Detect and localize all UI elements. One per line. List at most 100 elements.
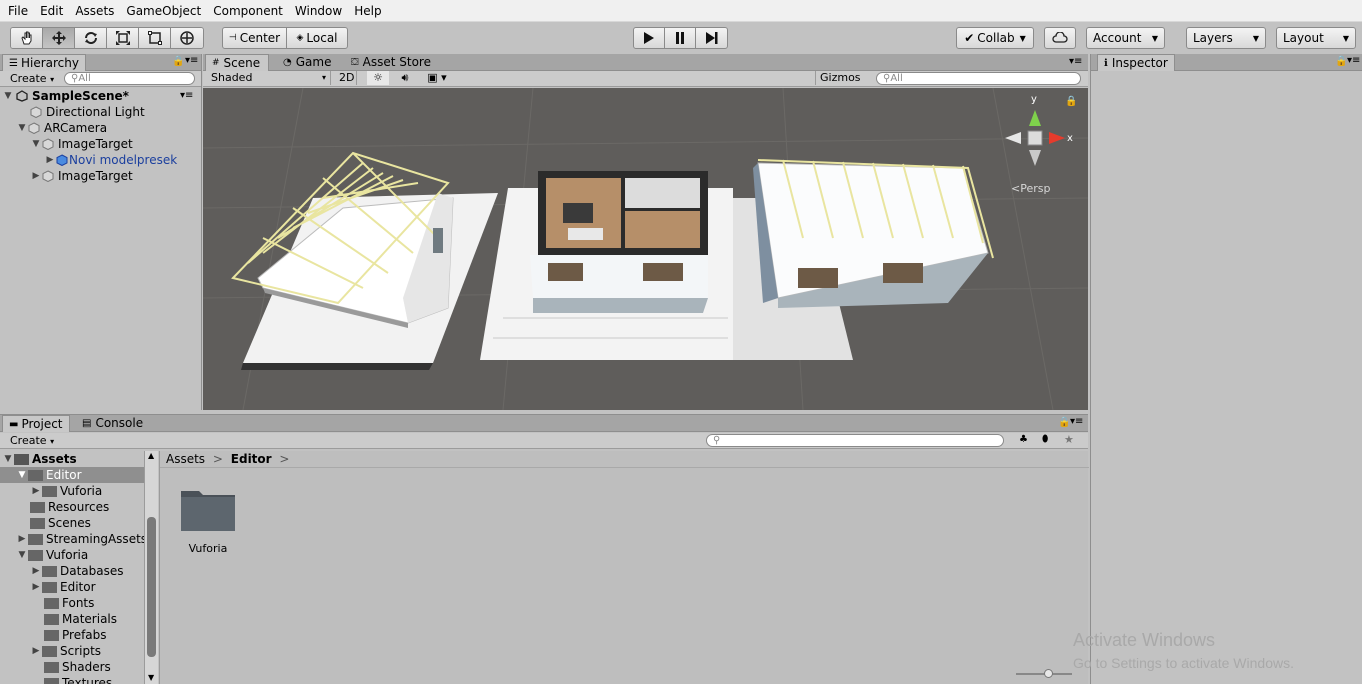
tree-item-materials[interactable]: Materials bbox=[44, 611, 117, 627]
tree-item-shaders[interactable]: Shaders bbox=[44, 659, 111, 675]
hierarchy-item-imagetarget-2[interactable]: ▶ ImageTarget bbox=[0, 168, 133, 184]
persp-label[interactable]: <Persp bbox=[1011, 182, 1050, 195]
menu-gameobject[interactable]: GameObject bbox=[120, 0, 207, 22]
panel-menu-icon[interactable]: ▾≡ bbox=[1070, 416, 1083, 427]
expand-arrow-icon[interactable]: ▶ bbox=[30, 579, 42, 595]
expand-arrow-icon[interactable]: ▼ bbox=[16, 547, 28, 563]
play-button[interactable] bbox=[633, 27, 665, 49]
scene-lighting-icon[interactable]: ☼ bbox=[367, 71, 389, 85]
expand-arrow-icon[interactable]: ▶ bbox=[30, 168, 42, 184]
project-create-button[interactable]: Create ▾ bbox=[6, 434, 58, 448]
menu-window[interactable]: Window bbox=[289, 0, 348, 22]
lock-icon[interactable]: 🔒 bbox=[1058, 417, 1070, 428]
tree-scroll-thumb[interactable] bbox=[147, 517, 156, 657]
tree-item-vuforia[interactable]: ▼ Vuforia bbox=[16, 547, 89, 563]
pivot-center-button[interactable]: ⊣ Center bbox=[222, 27, 287, 49]
panel-menu-icon[interactable]: ▾≡ bbox=[1347, 55, 1360, 66]
pivot-local-button[interactable]: ◈ Local bbox=[286, 27, 348, 49]
tree-item-prefabs[interactable]: Prefabs bbox=[44, 627, 107, 643]
menu-assets[interactable]: Assets bbox=[69, 0, 120, 22]
expand-arrow-icon[interactable]: ▼ bbox=[16, 467, 28, 483]
tab-game[interactable]: ◔ Game bbox=[277, 54, 337, 71]
breadcrumb-assets[interactable]: Assets bbox=[166, 452, 205, 466]
cloud-button[interactable] bbox=[1044, 27, 1076, 49]
project-search-input[interactable]: ⚲ bbox=[706, 434, 1004, 447]
move-tool-icon[interactable] bbox=[43, 28, 75, 48]
toggle-2d-button[interactable]: 2D bbox=[335, 71, 357, 85]
icon-size-slider[interactable] bbox=[1016, 669, 1072, 678]
menu-edit[interactable]: Edit bbox=[34, 0, 69, 22]
gizmo-axis-x[interactable]: x bbox=[1067, 133, 1073, 144]
gizmo-axis-y[interactable]: y bbox=[1031, 94, 1037, 105]
tab-hierarchy[interactable]: ☰ Hierarchy bbox=[2, 54, 86, 71]
account-dropdown[interactable]: Account ▼ bbox=[1086, 27, 1165, 49]
hierarchy-item-novi-modelpresek[interactable]: ▶ Novi modelpresek bbox=[0, 152, 178, 168]
scene-root-row[interactable]: ▼ SampleScene* ▾≡ bbox=[0, 88, 201, 104]
expand-arrow-icon[interactable]: ▼ bbox=[2, 451, 14, 467]
expand-arrow-icon[interactable]: ▼ bbox=[16, 120, 28, 136]
hierarchy-search-input[interactable]: ⚲All bbox=[64, 72, 195, 85]
tree-item-scripts[interactable]: ▶ Scripts bbox=[30, 643, 102, 659]
tree-item-fonts[interactable]: Fonts bbox=[44, 595, 94, 611]
gizmo-lock-icon[interactable]: 🔒 bbox=[1065, 96, 1077, 107]
filter-type-icon[interactable]: ♣ bbox=[1019, 434, 1028, 445]
rotate-tool-icon[interactable] bbox=[75, 28, 107, 48]
transform-tool-icon[interactable] bbox=[171, 28, 203, 48]
favorite-star-icon[interactable]: ★ bbox=[1064, 433, 1074, 446]
expand-arrow-icon[interactable]: ▶ bbox=[30, 643, 42, 659]
tab-asset-store[interactable]: ⛋ Asset Store bbox=[345, 54, 437, 71]
breadcrumb-editor[interactable]: Editor bbox=[231, 452, 272, 466]
expand-arrow-icon[interactable]: ▼ bbox=[2, 88, 14, 104]
scale-tool-icon[interactable] bbox=[107, 28, 139, 48]
scene-search-input[interactable]: ⚲All bbox=[876, 72, 1081, 85]
asset-folder-vuforia[interactable]: Vuforia bbox=[176, 487, 240, 559]
scene-effects-icon[interactable]: ▣ ▾ bbox=[421, 71, 453, 85]
hand-tool-icon[interactable] bbox=[11, 28, 43, 48]
expand-arrow-icon[interactable]: ▶ bbox=[30, 483, 42, 499]
tree-item-resources[interactable]: Resources bbox=[30, 499, 109, 515]
collab-dropdown[interactable]: ✔ Collab ▼ bbox=[956, 27, 1034, 49]
menu-help[interactable]: Help bbox=[348, 0, 387, 22]
lock-icon[interactable]: 🔒 bbox=[172, 56, 184, 67]
tab-scene[interactable]: # Scene bbox=[205, 54, 269, 71]
tab-inspector[interactable]: ℹ Inspector bbox=[1097, 54, 1175, 71]
expand-arrow-icon[interactable]: ▶ bbox=[30, 563, 42, 579]
scroll-down-icon[interactable]: ▼ bbox=[148, 673, 154, 682]
slider-thumb[interactable] bbox=[1044, 669, 1053, 678]
filter-label-icon[interactable]: ⬮ bbox=[1042, 434, 1048, 445]
gizmos-dropdown[interactable]: Gizmos ▾ bbox=[815, 71, 869, 97]
tree-item-scenes[interactable]: Scenes bbox=[30, 515, 91, 531]
tree-item-editor-selected[interactable]: ▼ Editor bbox=[0, 467, 144, 483]
hierarchy-item-imagetarget-1[interactable]: ▼ ImageTarget bbox=[0, 136, 133, 152]
tree-item-databases[interactable]: ▶ Databases bbox=[30, 563, 124, 579]
hierarchy-create-button[interactable]: Create ▾ bbox=[6, 72, 58, 86]
panel-menu-icon[interactable]: ▾≡ bbox=[1069, 56, 1082, 67]
shading-mode-dropdown[interactable]: Shaded ▾ bbox=[207, 71, 331, 85]
rect-tool-icon[interactable] bbox=[139, 28, 171, 48]
tree-scrollbar[interactable]: ▲ ▼ bbox=[144, 451, 158, 684]
scene-audio-icon[interactable]: 🔊︎ bbox=[394, 71, 416, 85]
lock-icon[interactable]: 🔒 bbox=[1335, 56, 1347, 67]
menu-component[interactable]: Component bbox=[207, 0, 289, 22]
tree-item-assets[interactable]: ▼ Assets bbox=[2, 451, 77, 467]
scroll-up-icon[interactable]: ▲ bbox=[148, 451, 154, 460]
layout-dropdown[interactable]: Layout ▼ bbox=[1276, 27, 1356, 49]
panel-menu-icon[interactable]: ▾≡ bbox=[185, 55, 198, 66]
tab-project[interactable]: ▬ Project bbox=[2, 415, 70, 432]
menu-file[interactable]: File bbox=[2, 0, 34, 22]
expand-arrow-icon[interactable]: ▶ bbox=[16, 531, 28, 547]
tree-item-textures[interactable]: Textures bbox=[44, 675, 112, 684]
layers-dropdown[interactable]: Layers ▼ bbox=[1186, 27, 1266, 49]
step-button[interactable] bbox=[695, 27, 728, 49]
tab-console[interactable]: ▤ Console bbox=[76, 415, 149, 432]
scene-viewport[interactable]: y x 🔒 <Persp bbox=[203, 88, 1088, 410]
expand-arrow-icon[interactable]: ▼ bbox=[30, 136, 42, 152]
tree-item-streamingassets[interactable]: ▶ StreamingAssets bbox=[16, 531, 148, 547]
pause-button[interactable] bbox=[664, 27, 696, 49]
tree-item-editor-vuforia[interactable]: ▶ Vuforia bbox=[30, 483, 103, 499]
scene-menu-icon[interactable]: ▾≡ bbox=[180, 88, 193, 104]
hierarchy-item-arcamera[interactable]: ▼ ARCamera bbox=[0, 120, 108, 136]
hierarchy-item-directional-light[interactable]: Directional Light bbox=[0, 104, 145, 120]
expand-arrow-icon[interactable]: ▶ bbox=[44, 152, 56, 168]
tree-item-vuforia-editor[interactable]: ▶ Editor bbox=[30, 579, 96, 595]
